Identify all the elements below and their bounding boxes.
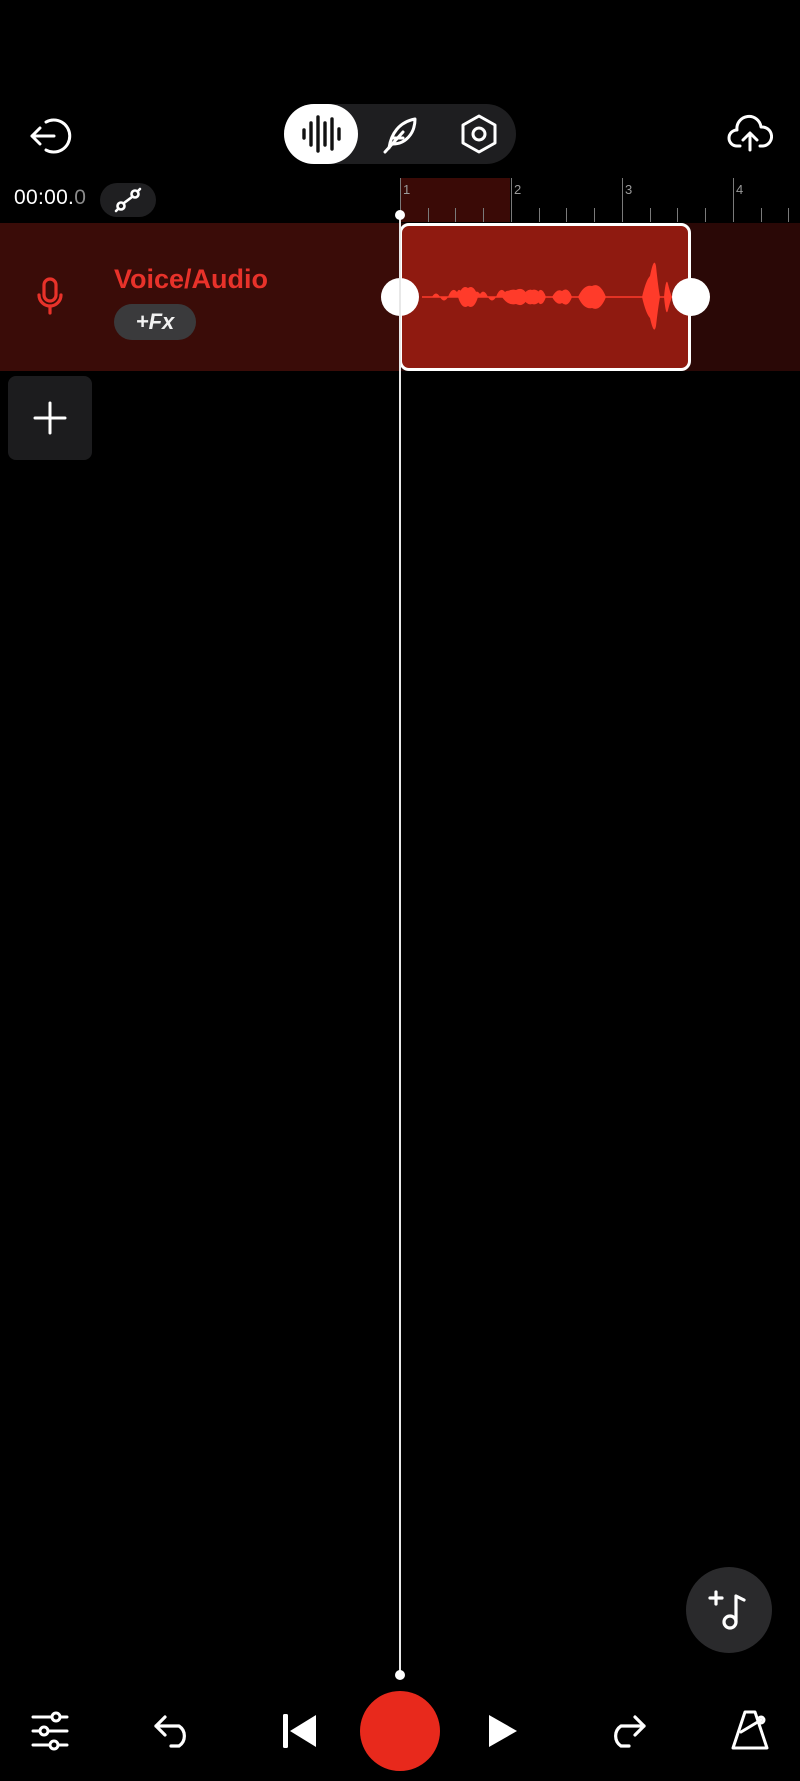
playhead-bottom-dot	[395, 1670, 405, 1680]
skip-back-icon	[283, 1714, 316, 1748]
feather-icon	[383, 117, 417, 154]
record-button[interactable]	[360, 1691, 440, 1771]
waveform-mode-button[interactable]	[284, 104, 358, 164]
ruler-tick-major	[733, 178, 734, 222]
ruler-tick-major	[511, 178, 512, 222]
plus-icon	[33, 401, 67, 435]
time-main: 00:00.	[14, 186, 75, 209]
cloud-upload-icon	[727, 114, 773, 152]
ruler-tick-minor	[539, 208, 540, 222]
time-fraction: 0	[74, 186, 87, 209]
ruler-label: 1	[403, 182, 411, 197]
ruler-tick-minor	[761, 208, 762, 222]
timeline-ruler[interactable]: 1 2 3 4	[400, 178, 800, 222]
metronome-button[interactable]	[728, 1707, 772, 1753]
exit-button[interactable]	[26, 112, 74, 160]
ruler-label: 3	[625, 182, 633, 197]
upload-button[interactable]	[726, 110, 774, 158]
mode-switcher	[284, 104, 516, 164]
add-music-note-icon	[708, 1590, 746, 1630]
ruler-label: 2	[514, 182, 522, 197]
play-button[interactable]	[480, 1709, 524, 1753]
redo-icon	[614, 1715, 646, 1748]
feather-mode-button[interactable]	[364, 104, 438, 164]
track-mic-button[interactable]	[34, 276, 66, 316]
automation-toggle[interactable]	[100, 183, 156, 217]
clip-waveform	[422, 262, 674, 330]
ruler-tick-minor	[483, 208, 484, 222]
waveform-icon	[302, 115, 341, 153]
hex-nut-icon	[461, 114, 497, 154]
audio-clip[interactable]	[399, 223, 691, 371]
mixer-sliders-icon	[31, 1711, 69, 1751]
mixer-button[interactable]	[28, 1709, 72, 1753]
time-display: 00:00.0	[14, 186, 86, 210]
ruler-tick-minor	[566, 208, 567, 222]
link-node-icon	[114, 187, 142, 213]
ruler-tick-minor	[455, 208, 456, 222]
ruler-tick-minor	[650, 208, 651, 222]
ruler-tick-minor	[677, 208, 678, 222]
ruler-tick-minor	[428, 208, 429, 222]
ruler-tick-minor	[594, 208, 595, 222]
redo-button[interactable]	[604, 1709, 648, 1753]
ruler-tick-minor	[705, 208, 706, 222]
undo-button[interactable]	[152, 1709, 196, 1753]
playhead[interactable]	[399, 214, 401, 1676]
metronome-icon	[731, 1710, 769, 1750]
ruler-tick-major	[622, 178, 623, 222]
ruler-label: 4	[736, 182, 744, 197]
add-track-button[interactable]	[8, 376, 92, 460]
exit-icon	[30, 118, 72, 154]
clip-trim-handle-end[interactable]	[672, 278, 710, 316]
add-fx-button[interactable]: +Fx	[114, 304, 196, 340]
play-icon	[489, 1715, 517, 1747]
playhead-top-dot	[395, 210, 405, 220]
microphone-icon	[37, 277, 63, 315]
skip-back-button[interactable]	[278, 1709, 322, 1753]
ruler-tick-minor	[788, 208, 789, 222]
undo-icon	[154, 1715, 186, 1748]
add-instrument-button[interactable]	[686, 1567, 772, 1653]
settings-mode-button[interactable]	[442, 104, 516, 164]
track-name[interactable]: Voice/Audio	[114, 264, 268, 295]
